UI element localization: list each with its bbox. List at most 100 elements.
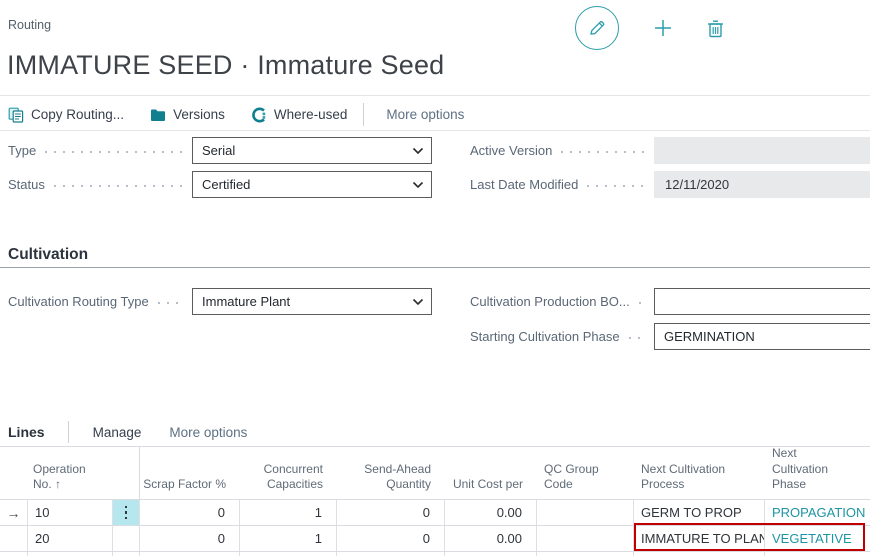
chevron-down-icon xyxy=(412,298,424,306)
dotted-leader xyxy=(53,184,182,187)
where-used-button[interactable]: Where-used xyxy=(251,107,348,123)
cell-concurrent-capacities[interactable]: 1 xyxy=(240,526,337,551)
status-label: Status xyxy=(8,177,45,192)
col-scrap-factor[interactable]: Scrap Factor % xyxy=(140,447,240,499)
pencil-icon xyxy=(587,18,607,38)
active-version-field xyxy=(654,137,870,164)
cell-qc-group-code[interactable] xyxy=(537,500,634,525)
col-next-cultivation-phase[interactable]: Next Cultivation Phase xyxy=(765,446,870,499)
where-used-icon xyxy=(251,107,267,123)
lines-table-header: Operation No. ↑ Scrap Factor % Concurren… xyxy=(0,446,870,500)
where-used-label: Where-used xyxy=(273,107,348,122)
cell-qc-group-code[interactable] xyxy=(537,526,634,551)
lines-more-options[interactable]: More options xyxy=(169,425,247,440)
last-date-modified-label: Last Date Modified xyxy=(470,177,579,192)
lines-table: Operation No. ↑ Scrap Factor % Concurren… xyxy=(0,446,870,556)
cell-scrap-factor[interactable]: 0 xyxy=(140,526,240,551)
field-row-last-date-modified: Last Date Modified 12/11/2020 xyxy=(470,171,870,198)
toolbar-more-options[interactable]: More options xyxy=(386,107,464,122)
row-selected-arrow-icon: → xyxy=(0,500,28,525)
page-actions xyxy=(575,6,724,50)
lines-title[interactable]: Lines xyxy=(8,424,45,440)
cultivation-production-bom-label: Cultivation Production BO... xyxy=(470,294,630,309)
type-label: Type xyxy=(8,143,37,158)
field-row-type: Type Serial xyxy=(8,137,432,164)
page-title: IMMATURE SEED · Immature Seed xyxy=(7,50,445,80)
col-next-cultivation-process[interactable]: Next Cultivation Process xyxy=(634,447,765,499)
type-select[interactable]: Serial xyxy=(192,137,432,164)
last-date-modified-field: 12/11/2020 xyxy=(654,171,870,198)
field-row-cultivation-routing-type: Cultivation Routing Type Immature Plant xyxy=(8,288,432,315)
action-toolbar: Copy Routing... Versions Where-used More… xyxy=(8,99,464,130)
col-row-indicator xyxy=(0,447,28,499)
field-row-cultivation-production-bom: Cultivation Production BO... xyxy=(470,288,870,315)
col-concurrent-capacities[interactable]: Concurrent Capacities xyxy=(240,447,337,499)
cell-scrap-factor[interactable]: 0 xyxy=(140,500,240,525)
cultivation-section-heading[interactable]: Cultivation xyxy=(8,246,88,264)
routing-card-page: Routing IMMATURE SEED · Immature Seed Co… xyxy=(0,0,870,556)
copy-routing-label: Copy Routing... xyxy=(31,107,125,122)
dotted-leader xyxy=(157,301,182,304)
table-row: → 10 0 1 0 0.00 GERM TO PROP PROPAGATION xyxy=(0,500,870,526)
active-version-label: Active Version xyxy=(470,143,553,158)
versions-button[interactable]: Versions xyxy=(150,107,225,122)
col-operation-no[interactable]: Operation No. ↑ xyxy=(28,447,113,499)
dotted-leader xyxy=(45,150,182,153)
copy-icon xyxy=(8,107,24,123)
col-send-ahead-quantity[interactable]: Send-Ahead Quantity xyxy=(337,447,445,499)
cell-concurrent-capacities[interactable]: 1 xyxy=(240,500,337,525)
starting-cultivation-phase-label: Starting Cultivation Phase xyxy=(470,329,620,344)
field-row-status: Status Certified xyxy=(8,171,432,198)
starting-cultivation-phase-input[interactable]: GERMINATION xyxy=(654,323,870,350)
cell-operation-no[interactable]: 10 xyxy=(28,500,113,525)
cell-next-cultivation-phase-link[interactable]: VEGETATIVE xyxy=(765,526,870,551)
cell-next-cultivation-phase-link[interactable]: PROPAGATION xyxy=(765,500,870,525)
cell-send-ahead-quantity[interactable]: 0 xyxy=(337,500,445,525)
dotted-leader xyxy=(638,301,644,304)
folder-icon xyxy=(150,108,166,122)
toolbar-divider xyxy=(0,130,870,131)
lines-part-header: Lines Manage More options xyxy=(8,420,247,444)
col-unit-cost-per[interactable]: Unit Cost per xyxy=(445,447,537,499)
cell-send-ahead-quantity[interactable]: 0 xyxy=(337,526,445,551)
trash-icon xyxy=(707,19,724,38)
col-qc-group-code[interactable]: QC Group Code xyxy=(537,447,634,499)
dotted-leader xyxy=(628,336,644,339)
cultivation-routing-type-value: Immature Plant xyxy=(202,294,291,309)
breadcrumb[interactable]: Routing xyxy=(8,18,51,32)
chevron-down-icon xyxy=(412,181,424,189)
status-select[interactable]: Certified xyxy=(192,171,432,198)
row-menu-cell[interactable] xyxy=(113,526,140,551)
lines-manage-button[interactable]: Manage xyxy=(93,425,142,440)
lines-separator xyxy=(67,421,69,443)
cell-unit-cost-per[interactable]: 0.00 xyxy=(445,526,537,551)
table-row: 20 0 1 0 0.00 IMMATURE TO PLANT VEGETATI… xyxy=(0,526,870,552)
dotted-leader xyxy=(587,184,644,187)
cell-next-cultivation-process[interactable]: GERM TO PROP xyxy=(634,500,765,525)
plus-icon xyxy=(653,18,673,38)
row-indicator xyxy=(0,526,28,551)
field-row-active-version: Active Version xyxy=(470,137,870,164)
edit-button[interactable] xyxy=(575,6,619,50)
header-column-divider xyxy=(139,447,140,499)
toolbar-separator xyxy=(363,103,365,126)
row-menu-ellipsis-icon[interactable] xyxy=(113,500,140,525)
dotted-leader xyxy=(561,150,644,153)
status-value: Certified xyxy=(202,177,251,192)
type-value: Serial xyxy=(202,143,236,158)
header-divider xyxy=(0,95,870,96)
new-button[interactable] xyxy=(653,18,673,38)
cultivation-production-bom-input[interactable] xyxy=(654,288,870,315)
cell-unit-cost-per[interactable]: 0.00 xyxy=(445,500,537,525)
cell-next-cultivation-process[interactable]: IMMATURE TO PLANT xyxy=(634,526,765,551)
chevron-down-icon xyxy=(412,147,424,155)
field-row-starting-cultivation-phase: Starting Cultivation Phase GERMINATION xyxy=(470,323,870,350)
copy-routing-button[interactable]: Copy Routing... xyxy=(8,107,124,123)
col-row-menu xyxy=(113,447,140,499)
versions-label: Versions xyxy=(173,107,225,122)
cultivation-routing-type-select[interactable]: Immature Plant xyxy=(192,288,432,315)
table-row-empty xyxy=(0,552,870,556)
cell-operation-no[interactable]: 20 xyxy=(28,526,113,551)
delete-button[interactable] xyxy=(707,19,724,38)
cultivation-section-rule xyxy=(0,267,870,268)
